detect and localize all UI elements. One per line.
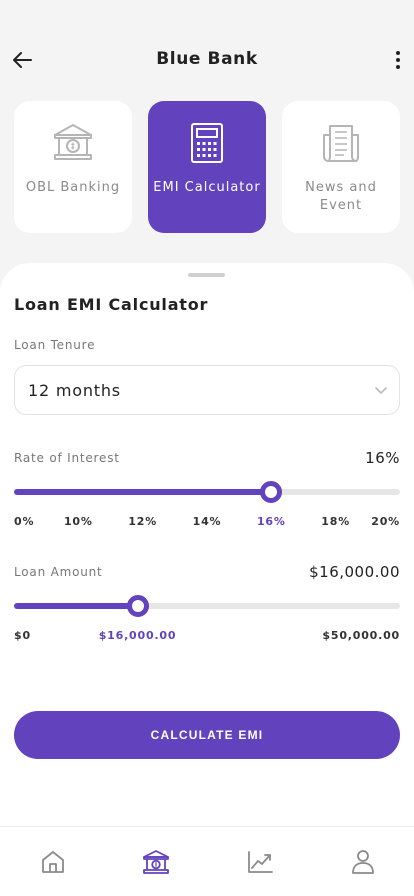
bank-icon <box>51 121 95 165</box>
card-label: EMI Calculator <box>153 180 261 195</box>
loan-amount-slider-thumb[interactable] <box>126 595 149 617</box>
nav-home[interactable] <box>38 847 68 877</box>
calculate-emi-button[interactable]: CALCULATE EMI <box>14 711 400 759</box>
loan-amount-slider[interactable] <box>14 595 400 617</box>
service-cards: OBL Banking EMI Calculator News and Even… <box>14 101 400 233</box>
interest-slider-thumb[interactable] <box>260 481 283 503</box>
nav-bank[interactable] <box>141 847 171 877</box>
interest-value: 16% <box>365 449 400 467</box>
newspaper-icon <box>319 121 363 165</box>
interest-tick-label: 14% <box>192 515 222 528</box>
user-icon <box>352 850 374 874</box>
more-menu-button[interactable] <box>390 46 406 74</box>
calculator-icon <box>185 121 229 165</box>
card-emi-calculator[interactable]: EMI Calculator <box>148 101 266 233</box>
loan-amount-label: Loan Amount <box>14 565 103 579</box>
interest-tick-label: 16% <box>256 515 286 528</box>
loan-tenure-value: 12 months <box>28 380 121 400</box>
amount-max-label: $50,000.00 <box>322 629 400 642</box>
interest-slider[interactable] <box>14 481 400 503</box>
nav-analytics[interactable] <box>245 847 275 877</box>
interest-tick-label: 12% <box>128 515 158 528</box>
nav-profile[interactable] <box>348 847 378 877</box>
interest-tick-labels: 0% 10% 12% 14% 16% 18% 20% <box>14 515 400 531</box>
card-label: News and Event <box>305 180 377 213</box>
loan-amount-slider-fill <box>14 603 138 609</box>
interest-label: Rate of Interest <box>14 451 120 465</box>
loan-amount-value: $16,000.00 <box>309 563 400 581</box>
card-label: OBL Banking <box>25 180 121 195</box>
amount-min-label: $0 <box>14 629 31 642</box>
amount-current-label: $16,000.00 <box>98 629 177 642</box>
bottom-nav <box>0 826 414 896</box>
loan-amount-tick-labels: $0 $16,000.00 $50,000.00 <box>14 629 400 645</box>
card-news-and-event[interactable]: News and Event <box>282 101 400 233</box>
bank-icon <box>143 850 169 874</box>
chevron-down-icon <box>375 387 387 394</box>
calculator-sheet: Loan EMI Calculator Loan Tenure 12 month… <box>0 263 414 826</box>
interest-tick-label: 10% <box>63 515 93 528</box>
page-title: Blue Bank <box>156 49 258 69</box>
interest-tick-label: 20% <box>371 515 400 528</box>
more-vertical-icon <box>396 51 400 69</box>
interest-tick-label: 18% <box>321 515 351 528</box>
app-header: Blue Bank <box>0 0 414 100</box>
sheet-title: Loan EMI Calculator <box>14 295 209 314</box>
loan-tenure-select[interactable]: 12 months <box>14 365 400 415</box>
drag-handle[interactable] <box>188 273 225 277</box>
home-icon <box>42 851 64 873</box>
card-obl-banking[interactable]: OBL Banking <box>14 101 132 233</box>
loan-tenure-label: Loan Tenure <box>14 338 96 352</box>
interest-tick-label: 0% <box>14 515 35 528</box>
chart-icon <box>248 851 273 873</box>
interest-slider-fill <box>14 489 272 495</box>
